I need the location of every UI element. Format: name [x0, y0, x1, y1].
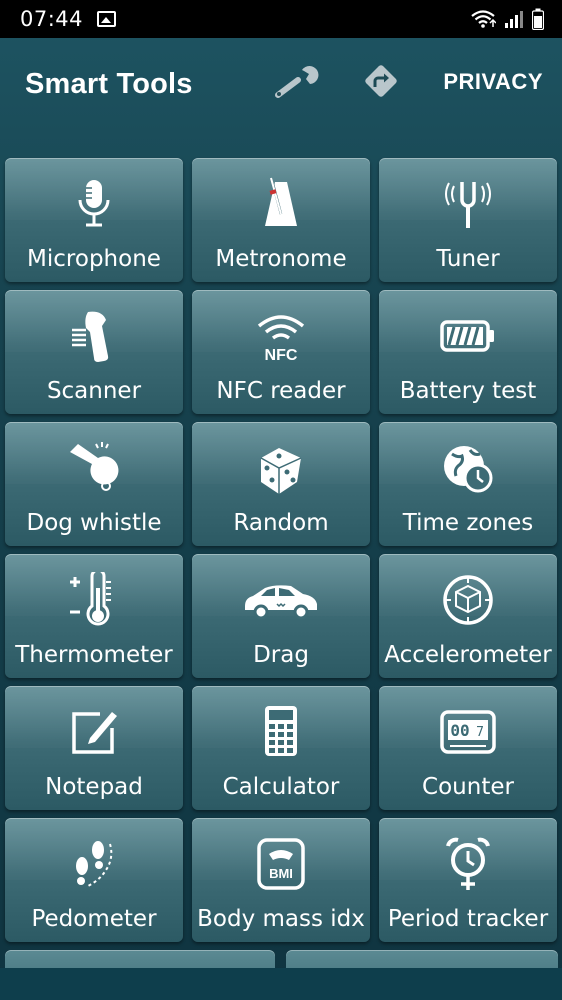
tool-metronome[interactable]: Metronome — [192, 158, 370, 282]
bottom-bar — [0, 968, 562, 1000]
edit-note-icon — [72, 712, 117, 754]
tool-pedometer[interactable]: Pedometer — [5, 818, 183, 942]
whistle-icon — [70, 442, 119, 491]
tool-label: Scanner — [46, 378, 142, 404]
nfc-icon: NFC — [257, 315, 305, 364]
tool-label: Thermometer — [15, 642, 173, 668]
tool-label: Calculator — [222, 774, 340, 800]
tool-period-tracker[interactable]: Period tracker — [379, 818, 557, 942]
svg-text:00: 00 — [450, 721, 469, 740]
scale-bmi-icon: BMI — [257, 838, 305, 890]
counter-icon: 00 7 — [440, 710, 496, 754]
status-icons — [470, 8, 544, 30]
directions-icon[interactable] — [363, 63, 399, 99]
tool-label: NFC reader — [216, 378, 346, 404]
tool-body-mass-idx[interactable]: BMI Body mass idx — [192, 818, 370, 942]
svg-text:NFC: NFC — [265, 347, 298, 364]
tool-drag[interactable]: Drag — [192, 554, 370, 678]
tool-label: Accelerometer — [384, 642, 552, 668]
privacy-button[interactable]: PRIVACY — [443, 69, 543, 95]
tool-counter[interactable]: 00 7 Counter — [379, 686, 557, 810]
svg-text:7: 7 — [476, 725, 484, 740]
tool-time-zones[interactable]: Time zones — [379, 422, 557, 546]
wrench-icon[interactable] — [272, 62, 320, 102]
footprints-icon — [76, 841, 113, 887]
tool-label: Pedometer — [31, 906, 157, 932]
tool-random[interactable]: Random — [192, 422, 370, 546]
tool-label: Counter — [422, 774, 514, 800]
tool-label: Time zones — [402, 510, 534, 536]
app-bar: Smart Tools PRIVACY — [0, 38, 562, 130]
tool-notepad[interactable]: Notepad — [5, 686, 183, 810]
tool-thermometer[interactable]: Thermometer — [5, 554, 183, 678]
tool-label: Random — [233, 510, 329, 536]
dice-icon — [260, 448, 302, 494]
svg-text:BMI: BMI — [269, 866, 293, 881]
tool-label: Drag — [253, 642, 309, 668]
tool-label: Period tracker — [387, 906, 549, 932]
tool-scanner[interactable]: Scanner — [5, 290, 183, 414]
thermometer-icon — [70, 572, 111, 626]
globe-clock-icon — [444, 446, 493, 493]
gallery-icon — [97, 11, 117, 27]
tool-calculator[interactable]: Calculator — [192, 686, 370, 810]
tool-label: Notepad — [45, 774, 143, 800]
tool-label: Tuner — [436, 246, 500, 272]
tool-label: Battery test — [399, 378, 537, 404]
alarm-clock-icon — [446, 837, 490, 890]
wifi-icon — [471, 10, 496, 28]
microphone-icon — [78, 180, 110, 227]
battery-test-icon — [440, 320, 494, 352]
calculator-icon — [265, 706, 297, 756]
signal-icon — [505, 11, 523, 28]
tuning-fork-icon — [445, 182, 491, 228]
status-time: 07:44 — [20, 7, 84, 31]
tools-grid: Microphone Metronome Tuner Scanner NFC N… — [5, 158, 558, 942]
tool-label: Microphone — [27, 246, 161, 272]
car-icon — [245, 585, 317, 620]
status-bar: 07:44 — [0, 0, 562, 38]
tool-label: Body mass idx — [197, 906, 365, 932]
battery-icon — [532, 8, 544, 30]
cube-icon — [443, 575, 493, 625]
tool-battery-test[interactable]: Battery test — [379, 290, 557, 414]
barcode-scanner-icon — [72, 311, 109, 362]
tool-label: Metronome — [215, 246, 347, 272]
tool-accelerometer[interactable]: Accelerometer — [379, 554, 557, 678]
app-title: Smart Tools — [25, 67, 193, 100]
tool-microphone[interactable]: Microphone — [5, 158, 183, 282]
metronome-icon — [265, 177, 297, 226]
tool-nfc-reader[interactable]: NFC NFC reader — [192, 290, 370, 414]
tool-label: Dog whistle — [26, 510, 162, 536]
tool-dog-whistle[interactable]: Dog whistle — [5, 422, 183, 546]
tool-tuner[interactable]: Tuner — [379, 158, 557, 282]
